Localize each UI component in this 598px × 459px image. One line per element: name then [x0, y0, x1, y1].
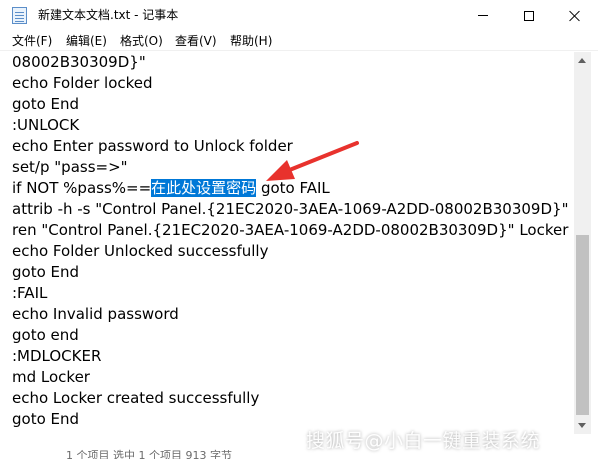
text-line: 08002B30309D}" [12, 53, 146, 71]
vertical-scrollbar[interactable] [574, 52, 591, 434]
text-line: set/p "pass=>" [12, 158, 128, 176]
window-title: 新建文本文档.txt - 记事本 [38, 8, 179, 22]
text-line: goto End [12, 410, 80, 428]
text-line: echo Folder locked [12, 74, 153, 92]
watermark-text: 搜狐号@小白一键重装系统 [306, 430, 541, 452]
text-line: echo Enter password to Unlock folder [12, 137, 293, 155]
title-bar: 新建文本文档.txt - 记事本 [0, 0, 598, 31]
menu-format[interactable]: 格式(O) [120, 33, 163, 49]
scroll-down-icon[interactable] [578, 423, 586, 428]
minimize-icon [478, 15, 488, 16]
menu-bar: 文件(F) 编辑(E) 格式(O) 查看(V) 帮助(H) [0, 31, 598, 51]
selected-password-text[interactable]: 在此处设置密码 [151, 179, 257, 197]
text-line: :FAIL [12, 284, 48, 302]
text-line: goto End [12, 95, 80, 113]
text-line: ren "Control Panel.{21EC2020-3AEA-1069-A… [12, 221, 569, 239]
close-icon [569, 10, 581, 22]
text-line: echo Invalid password [12, 305, 179, 323]
text-editor[interactable]: 08002B30309D}" echo Folder locked goto E… [0, 52, 574, 434]
text-line: attrib -h -s "Control Panel.{21EC2020-3A… [12, 200, 569, 218]
menu-help[interactable]: 帮助(H) [230, 33, 272, 49]
notepad-icon [12, 7, 27, 24]
text-line: echo Folder Unlocked successfully [12, 242, 269, 260]
maximize-button[interactable] [506, 0, 552, 31]
text-line: md Locker [12, 368, 90, 386]
text-line: :MDLOCKER [12, 347, 102, 365]
menu-view[interactable]: 查看(V) [175, 33, 217, 49]
menu-edit[interactable]: 编辑(E) [66, 33, 107, 49]
menu-file[interactable]: 文件(F) [12, 33, 52, 49]
text-line: echo Locker created successfully [12, 389, 260, 407]
scroll-up-icon[interactable] [578, 58, 586, 63]
minimize-button[interactable] [460, 0, 506, 31]
text-line: goto End [12, 263, 80, 281]
maximize-icon [524, 10, 534, 21]
status-text: 1 个项目 选中 1 个项目 913 字节 [66, 449, 232, 459]
text-line: :UNLOCK [12, 116, 80, 134]
close-button[interactable] [552, 0, 598, 31]
scrollbar-thumb[interactable] [576, 235, 589, 415]
text-line-password-check: if NOT %pass%==在此处设置密码 goto FAIL [12, 178, 330, 199]
line-prefix: if NOT %pass%== [12, 179, 152, 197]
text-line: goto end [12, 326, 79, 344]
line-suffix: goto FAIL [256, 179, 330, 197]
